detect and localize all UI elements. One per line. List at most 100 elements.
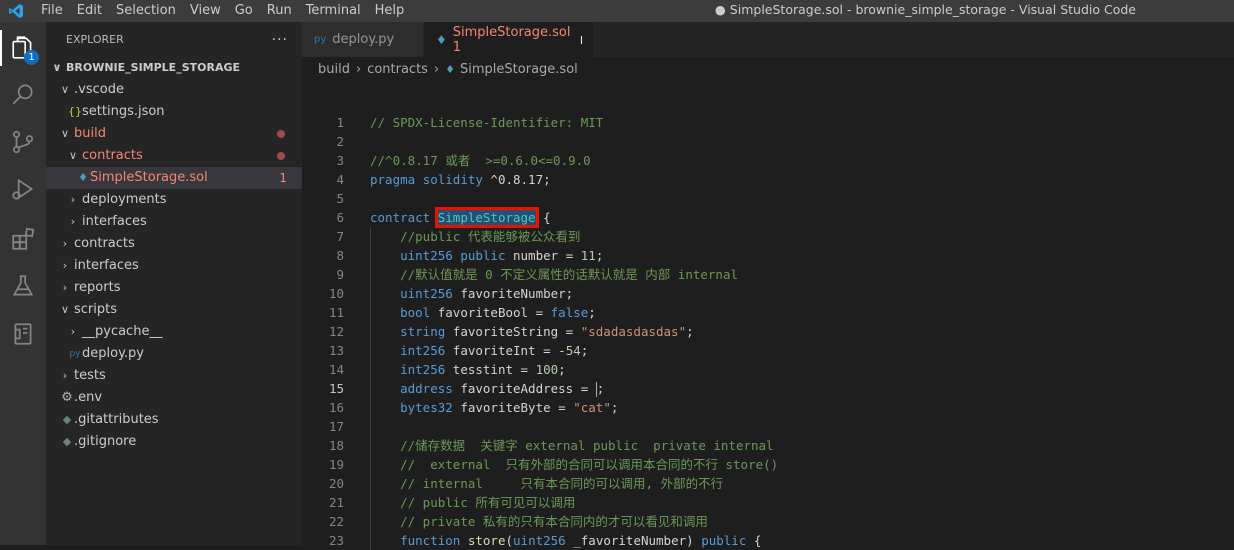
search-icon[interactable] (0, 72, 46, 116)
line-number: 1 (336, 115, 344, 130)
menu-run[interactable]: Run (260, 0, 299, 22)
code-text: //默认值就是 0 不定义属性的话默认就是 内部 internal (400, 267, 738, 282)
git-file-icon: ◆ (62, 413, 72, 426)
code-line: 19 // external 只有外部的合同可以调用本合同的不行 store() (302, 455, 1234, 474)
line-number: 2 (336, 134, 344, 149)
tree-item-label: .gitignore (74, 434, 137, 449)
remote-explorer-icon[interactable] (0, 312, 46, 356)
tree-item-label: .gitattributes (74, 412, 159, 427)
menu-go[interactable]: Go (228, 0, 260, 22)
breadcrumb-item[interactable]: SimpleStorage.sol (460, 62, 578, 77)
code-line: 17 (302, 417, 1234, 436)
menu-terminal[interactable]: Terminal (299, 0, 368, 22)
code-line: 8 uint256 public number = 11; (302, 246, 1234, 265)
breadcrumb-item[interactable]: contracts (367, 62, 428, 77)
line-number: 11 (328, 305, 344, 320)
tree-item-label: contracts (74, 236, 135, 251)
line-number: 20 (328, 476, 344, 491)
line-number: 12 (328, 324, 344, 339)
line-number: 13 (328, 343, 344, 358)
tree-item[interactable]: › deployments (46, 189, 302, 211)
breadcrumb-item[interactable]: build (318, 62, 350, 77)
unsaved-dot-icon[interactable] (580, 35, 581, 44)
menu-selection[interactable]: Selection (109, 0, 183, 22)
code-text: //^0.8.17 或者 >=0.6.0<=0.9.0 (370, 153, 591, 168)
explorer-icon[interactable]: 1 (0, 26, 46, 70)
line-number: 15 (328, 381, 344, 396)
line-number: 3 (336, 153, 344, 168)
line-number: 10 (328, 286, 344, 301)
code-text: string favoriteString = "sdadasdasdas"; (400, 324, 694, 339)
chevron-down-icon: ∨ (60, 127, 70, 140)
python-file-icon: py (69, 349, 81, 359)
tree-item[interactable]: › reports (46, 277, 302, 299)
tree-item-label: scripts (74, 302, 117, 317)
workspace-root-label: BROWNIE_SIMPLE_STORAGE (66, 61, 241, 74)
code-line: 23 function store(uint256 _favoriteNumbe… (302, 531, 1234, 550)
chevron-right-icon: › (62, 259, 68, 272)
line-number: 23 (328, 533, 344, 548)
file-tree: ∨ .vscode {} settings.json ∨ build ∨ contracts ♦… (46, 79, 302, 453)
tree-item-label: contracts (82, 148, 143, 163)
highlighted-contract-name: SimpleStorage (434, 207, 539, 228)
tree-item-label: reports (74, 280, 121, 295)
tab-deploy-py[interactable]: py deploy.py (302, 22, 424, 57)
menu-edit[interactable]: Edit (70, 0, 109, 22)
code-line: 2 (302, 132, 1234, 151)
code-editor[interactable]: 1// SPDX-License-Identifier: MIT 2 3//^0.8… (302, 81, 1234, 550)
chevron-right-icon: › (62, 369, 68, 382)
more-actions-icon[interactable]: ··· (272, 32, 288, 48)
tree-item[interactable]: › __pycache__ (46, 321, 302, 343)
tree-item[interactable]: ∨ build (46, 123, 302, 145)
tree-item[interactable]: ⚙ .env (46, 387, 302, 409)
tree-item[interactable]: › interfaces (46, 211, 302, 233)
source-control-icon[interactable] (0, 120, 46, 164)
breadcrumb: build › contracts › ♦ SimpleStorage.sol (302, 57, 1234, 81)
tree-item[interactable]: ∨ contracts (46, 145, 302, 167)
tree-item-label: tests (74, 368, 106, 383)
tree-item[interactable]: ♦ SimpleStorage.sol 1 (46, 167, 302, 189)
code-line: 9 //默认值就是 0 不定义属性的话默认就是 内部 internal (302, 265, 1234, 284)
tab-simplestorage-sol[interactable]: ♦ SimpleStorage.sol 1 (424, 22, 594, 57)
code-text: // internal 只有本合同的可以调用, 外部的不行 (400, 476, 724, 491)
line-number: 14 (328, 362, 344, 377)
tab-label: deploy.py (332, 32, 395, 47)
tree-item[interactable]: ∨ scripts (46, 299, 302, 321)
solidity-file-icon: ♦ (78, 171, 88, 184)
extensions-icon[interactable] (0, 217, 46, 261)
tree-item[interactable]: py deploy.py (46, 343, 302, 365)
line-number: 9 (336, 267, 344, 282)
tree-item-label: .env (74, 390, 103, 405)
tree-item-label: build (74, 126, 106, 141)
code-text: uint256 favoriteNumber; (400, 286, 574, 301)
code-text: // public 所有可见可以调用 (400, 495, 576, 510)
chevron-down-icon: ∨ (52, 61, 62, 74)
editor-tabs: py deploy.py ♦ SimpleStorage.sol 1 (302, 22, 1234, 57)
code-text: // private 私有的只有本合同内的才可以看见和调用 (400, 514, 708, 529)
line-number: 19 (328, 457, 344, 472)
tree-item-label: .vscode (74, 82, 124, 97)
run-debug-icon[interactable] (0, 167, 46, 211)
code-line: 22 // private 私有的只有本合同内的才可以看见和调用 (302, 512, 1234, 531)
tree-item[interactable]: ◆ .gitignore (46, 431, 302, 453)
tree-item[interactable]: › contracts (46, 233, 302, 255)
activity-bar: 1 (0, 22, 46, 545)
chevron-right-icon: › (62, 281, 68, 294)
chevron-right-icon: › (70, 215, 76, 228)
code-line: 20 // internal 只有本合同的可以调用, 外部的不行 (302, 474, 1234, 493)
tree-item[interactable]: › tests (46, 365, 302, 387)
code-text: contract SimpleStorage { (370, 207, 551, 228)
git-file-icon: ◆ (62, 435, 72, 448)
tree-item[interactable]: ◆ .gitattributes (46, 409, 302, 431)
tree-item[interactable]: ∨ .vscode (46, 79, 302, 101)
tree-item[interactable]: › interfaces (46, 255, 302, 277)
explorer-sidebar: EXPLORER ··· ∨ BROWNIE_SIMPLE_STORAGE ∨.… (46, 22, 302, 545)
menu-file[interactable]: File (34, 0, 70, 22)
testing-icon[interactable] (0, 264, 46, 308)
code-text: bytes32 favoriteByte = "cat"; (400, 400, 619, 415)
tree-item[interactable]: {} settings.json (46, 101, 302, 123)
menu-view[interactable]: View (183, 0, 228, 22)
workspace-root[interactable]: ∨ BROWNIE_SIMPLE_STORAGE (46, 57, 302, 79)
menu-help[interactable]: Help (368, 0, 412, 22)
code-line: 15 address favoriteAddress = ; (302, 379, 1234, 398)
